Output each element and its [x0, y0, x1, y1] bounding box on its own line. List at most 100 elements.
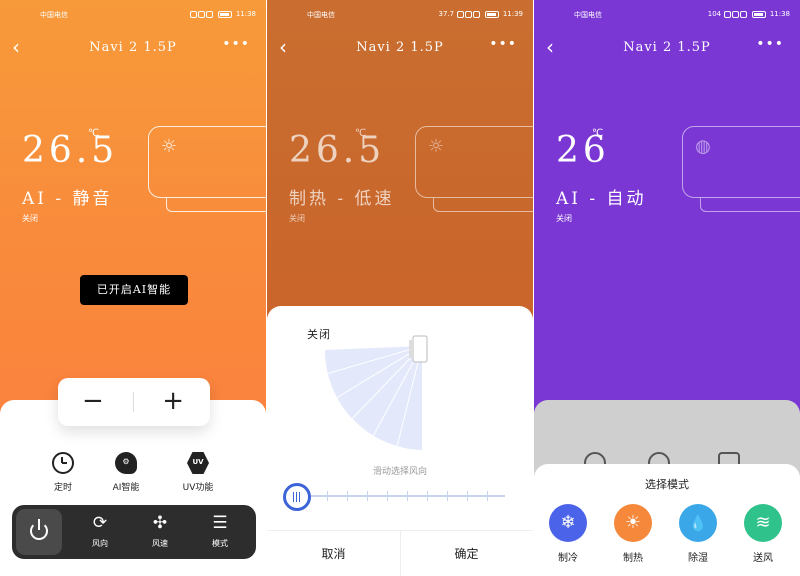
sub-status: 关闭 — [556, 214, 572, 223]
carrier-label: 中国电信 — [574, 11, 602, 19]
mode-cool-label: 制冷 — [558, 553, 578, 564]
droplet-icon: 💧 — [679, 504, 717, 542]
dialog-actions: 取消 确定 — [267, 530, 533, 576]
status-right: 37.7 11:39 — [439, 10, 523, 18]
ai-smart-label: AI智能 — [112, 483, 140, 493]
cancel-button[interactable]: 取消 — [267, 531, 400, 576]
menu-icon: ☰ — [212, 513, 228, 533]
fan-icon: ✣ — [152, 513, 168, 533]
confirm-button[interactable]: 确定 — [400, 531, 533, 576]
temperature: 26.5 — [22, 130, 119, 171]
slider-tick — [427, 491, 428, 501]
ai-head-icon: ⚙ — [115, 452, 137, 474]
temperature: 26.5 — [289, 130, 386, 171]
slider-tick — [447, 491, 448, 501]
power-button[interactable] — [16, 509, 62, 555]
screen-swing-selector: 中国电信 37.7 11:39 ‹ Navi 2 1.5P ••• 26.5 ℃… — [267, 0, 533, 576]
swing-slider-handle[interactable] — [283, 483, 311, 511]
fan-speed-button[interactable]: ✣ 风速 — [140, 513, 180, 549]
top-bar: ‹ Navi 2 1.5P ••• — [267, 36, 533, 60]
slider-tick — [407, 491, 408, 501]
status-bar: 中国电信 37.7 11:39 — [267, 8, 533, 22]
more-icon[interactable]: ••• — [222, 36, 250, 52]
auto-icon: ◍ — [695, 136, 711, 157]
uv-button[interactable]: UV UV功能 — [168, 452, 228, 493]
mode-fan-label: 送风 — [753, 553, 773, 564]
mode-dry-option[interactable]: 💧 除湿 — [673, 504, 723, 564]
slider-tick — [487, 491, 488, 501]
uv-label: UV功能 — [182, 483, 214, 493]
decrease-button[interactable]: − — [82, 386, 104, 416]
net-speed: 104 — [707, 10, 722, 18]
carrier-label: 中国电信 — [40, 11, 68, 19]
screen-ai-mode: 中国电信 11:38 ‹ Navi 2 1.5P ••• 26.5 ℃ AI -… — [0, 0, 266, 576]
temperature-unit: ℃ — [355, 128, 367, 139]
more-icon[interactable]: ••• — [756, 36, 784, 52]
slider-tick — [347, 491, 348, 501]
ai-enabled-toast: 已开启AI智能 — [80, 275, 188, 305]
sun-icon: ☼ — [427, 136, 445, 157]
swing-button[interactable]: ⟳ 风向 — [80, 513, 120, 549]
status-right: 104 11:38 — [708, 10, 790, 18]
more-icon[interactable]: ••• — [489, 36, 517, 52]
swing-sheet: 关闭 滑动选择风向 取消 确定 — [267, 306, 533, 576]
sub-status: 关闭 — [22, 214, 38, 223]
wind-icon: ≋ — [744, 504, 782, 542]
status-bar: 中国电信 104 11:38 — [534, 8, 800, 22]
ai-smart-button[interactable]: ⚙ AI智能 — [96, 452, 156, 493]
slider-tick — [367, 491, 368, 501]
net-speed: 37.7 — [438, 10, 455, 18]
clock-time: 11:39 — [502, 10, 523, 18]
mode-button-label: 模式 — [212, 539, 228, 548]
swing-fan-diagram — [325, 335, 428, 450]
temperature-unit: ℃ — [88, 128, 100, 139]
stepper-divider — [133, 392, 134, 412]
mode-label: 制热 - 低速 — [289, 189, 395, 209]
sub-status: 关闭 — [289, 214, 305, 223]
mode-sheet: 选择模式 ❄ 制冷 ☀ 制热 💧 除湿 ≋ 送风 — [534, 464, 800, 576]
battery-icon — [217, 10, 232, 18]
sun-icon: ☀ — [614, 504, 652, 542]
swing-hint: 滑动选择风向 — [372, 467, 427, 477]
timer-button[interactable]: 定时 — [33, 452, 93, 493]
mode-heat-option[interactable]: ☀ 制热 — [608, 504, 658, 564]
clock-time: 11:38 — [235, 10, 256, 18]
fan-speed-label: 风速 — [152, 539, 168, 548]
slider-tick — [467, 491, 468, 501]
slider-tick — [387, 491, 388, 501]
sun-icon: ☼ — [160, 136, 178, 157]
snowflake-icon: ❄ — [549, 504, 587, 542]
mode-dry-label: 除湿 — [688, 553, 708, 564]
swing-label: 风向 — [92, 539, 108, 548]
uv-icon: UV — [187, 452, 209, 474]
clock-icon — [52, 452, 74, 474]
swing-icon: ⟳ — [92, 513, 108, 533]
mode-label: AI - 自动 — [556, 189, 647, 209]
mode-label: AI - 静音 — [22, 189, 113, 209]
top-bar: ‹ Navi 2 1.5P ••• — [0, 36, 266, 60]
top-bar: ‹ Navi 2 1.5P ••• — [534, 36, 800, 60]
carrier-label: 中国电信 — [307, 11, 335, 19]
status-right: 11:38 — [189, 10, 256, 18]
slider-tick — [327, 491, 328, 501]
battery-icon — [751, 10, 766, 18]
clock-time: 11:38 — [769, 10, 790, 18]
timer-label: 定时 — [53, 483, 72, 493]
mode-fan-option[interactable]: ≋ 送风 — [738, 504, 788, 564]
bottom-dock: ⟳ 风向 ✣ 风速 ☰ 模式 — [12, 505, 256, 559]
screen-mode-selector: 中国电信 104 11:38 ‹ Navi 2 1.5P ••• 26 ℃ AI… — [534, 0, 800, 576]
mode-sheet-title: 选择模式 — [645, 478, 689, 491]
mode-heat-label: 制热 — [623, 553, 643, 564]
ac-unit-illustration: ☼ — [148, 126, 266, 214]
ac-unit-illustration: ☼ — [415, 126, 533, 214]
status-icons — [189, 10, 214, 18]
mode-cool-option[interactable]: ❄ 制冷 — [543, 504, 593, 564]
mode-button[interactable]: ☰ 模式 — [200, 513, 240, 549]
status-icons — [723, 10, 748, 18]
status-icons — [456, 10, 481, 18]
temperature-unit: ℃ — [592, 128, 604, 139]
status-bar: 中国电信 11:38 — [0, 8, 266, 22]
ac-unit-illustration: ◍ — [682, 126, 800, 214]
temperature-stepper: − + — [58, 378, 210, 426]
increase-button[interactable]: + — [162, 386, 184, 416]
